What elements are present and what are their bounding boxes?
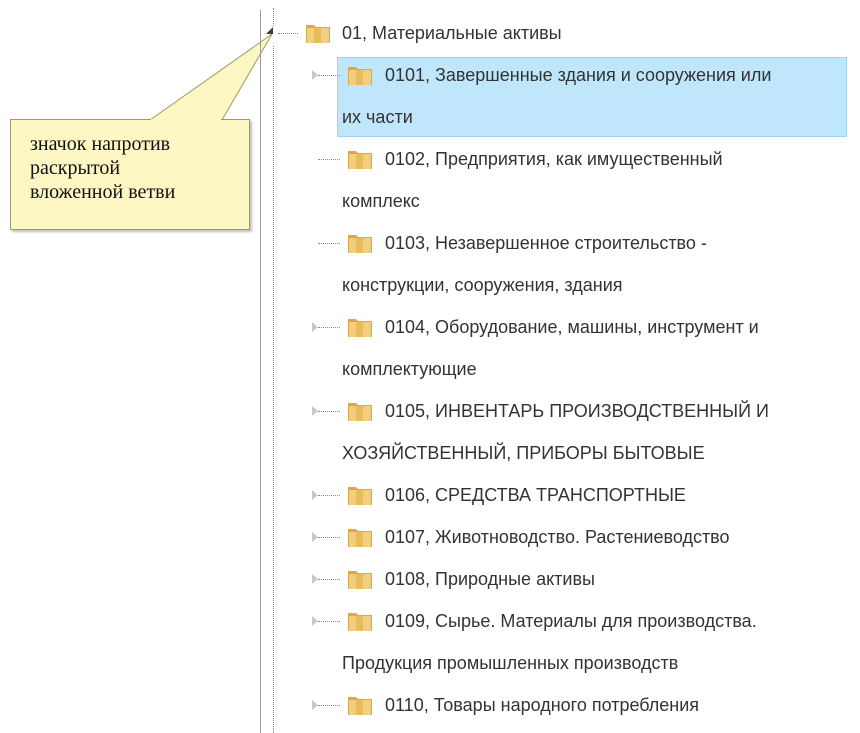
tree-connector — [318, 495, 340, 496]
tree-node[interactable]: 0103, Незавершенное строительство - конст… — [0, 222, 707, 306]
folder-icon — [348, 529, 372, 547]
folder-icon — [348, 697, 372, 715]
tree-node-label: 01, Материальные активы — [342, 23, 562, 43]
tree-node-row: 0105, ИНВЕНТАРЬ ПРОИЗВОДСТВЕННЫЙ И — [0, 390, 769, 432]
folder-icon — [348, 319, 372, 337]
tree-node-row: 0110, Товары народного потребления — [0, 684, 699, 726]
tree-node-label: 0103, Незавершенное строительство - — [385, 233, 707, 253]
tree-node-label-continued: комплектующие — [342, 359, 477, 379]
tree-node-row: 0104, Оборудование, машины, инструмент и — [0, 306, 759, 348]
tree-node[interactable]: 0109, Сырье. Материалы для производства.… — [0, 600, 757, 684]
tree-connector — [318, 537, 340, 538]
folder-icon — [348, 235, 372, 253]
tree-node[interactable]: 0107, Животноводство. Растениеводство — [0, 516, 730, 558]
tree-node-label-continued: комплекс — [342, 191, 420, 211]
folder-icon — [348, 403, 372, 421]
tree-node-row: 0101, Завершенные здания и сооружения ил… — [0, 54, 771, 96]
tree-connector — [318, 621, 340, 622]
tree-node-row: 0102, Предприятия, как имущественный — [0, 138, 723, 180]
folder-icon — [348, 67, 372, 85]
folder-icon — [348, 613, 372, 631]
tree-connector — [318, 327, 340, 328]
tree-connector — [318, 411, 340, 412]
tree-node-label-continued: ХОЗЯЙСТВЕННЫЙ, ПРИБОРЫ БЫТОВЫЕ — [342, 443, 705, 463]
tree-connector — [318, 243, 340, 244]
tree-node-label: 0109, Сырье. Материалы для производства. — [385, 611, 757, 631]
tree-node-row: 0109, Сырье. Материалы для производства. — [0, 600, 757, 642]
tree-connector — [318, 75, 340, 76]
tree-node-row: 0108, Природные активы — [0, 558, 600, 600]
folder-icon — [348, 151, 372, 169]
tree-node-label: 0108, Природные активы — [385, 569, 595, 589]
tree-node-label: 0110, Товары народного потребления — [385, 695, 700, 715]
folder-icon — [348, 487, 372, 505]
folder-icon — [306, 25, 330, 43]
tree-node-label: 0104, Оборудование, машины, инструмент и — [385, 317, 759, 337]
tree-node-root[interactable]: 01, Материальные активы — [0, 12, 600, 54]
tree-node-label: 0101, Завершенные здания и сооружения ил… — [385, 65, 772, 85]
tree-connector — [278, 33, 298, 34]
tree-node[interactable]: 0102, Предприятия, как имущественный комп… — [0, 138, 723, 222]
tree-node-label: 0105, ИНВЕНТАРЬ ПРОИЗВОДСТВЕННЫЙ И — [385, 401, 769, 421]
tree-node[interactable]: 0104, Оборудование, машины, инструмент и… — [0, 306, 759, 390]
tree-node[interactable]: 0101, Завершенные здания и сооружения ил… — [0, 54, 771, 138]
tree-node-label: 0106, СРЕДСТВА ТРАНСПОРТНЫЕ — [385, 485, 686, 505]
tree-node-label-continued: Продукция промышленных производств — [342, 653, 679, 673]
tree-node[interactable]: 0108, Природные активы — [0, 558, 600, 600]
tree-node-row: 0103, Незавершенное строительство - — [0, 222, 707, 264]
tree-connector — [318, 579, 340, 580]
tree-node-label-continued: конструкции, сооружения, здания — [342, 275, 623, 295]
collapse-triangle-icon[interactable] — [266, 27, 274, 35]
tree-node-label: 0102, Предприятия, как имущественный — [385, 149, 723, 169]
tree-connector — [318, 705, 340, 706]
tree-node[interactable]: 0105, ИНВЕНТАРЬ ПРОИЗВОДСТВЕННЫЙ И ХОЗЯЙС… — [0, 390, 769, 474]
tree-connector — [318, 159, 340, 160]
tree-node[interactable]: 0106, СРЕДСТВА ТРАНСПОРТНЫЕ — [0, 474, 686, 516]
tree-node-row: 0107, Животноводство. Растениеводство — [0, 516, 730, 558]
tree-node-row: 0106, СРЕДСТВА ТРАНСПОРТНЫЕ — [0, 474, 686, 516]
folder-icon — [348, 571, 372, 589]
tree-node[interactable]: 0110, Товары народного потребления — [0, 684, 699, 726]
tree-node-label: 0107, Животноводство. Растениеводство — [385, 527, 730, 547]
tree-node-label-continued: их части — [342, 107, 413, 127]
